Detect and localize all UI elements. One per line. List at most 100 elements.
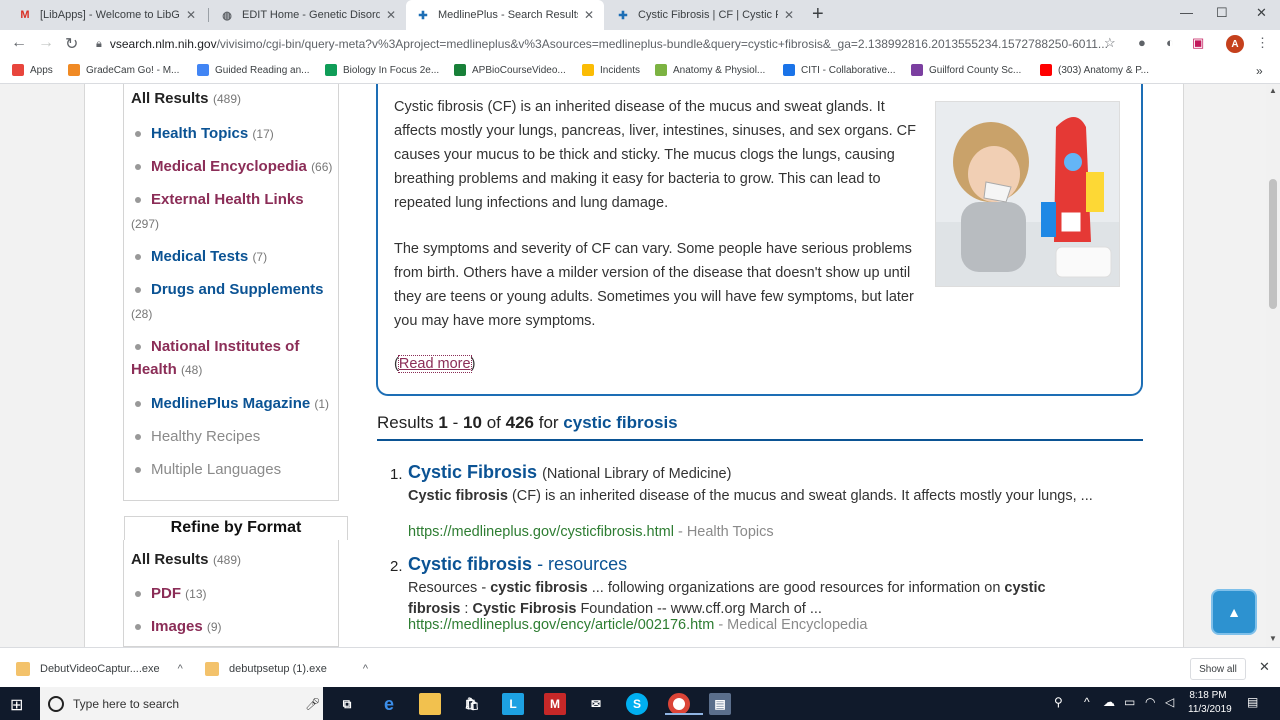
facet-label: Medical Tests	[151, 248, 249, 265]
facet-label: MedlinePlus Magazine	[151, 395, 311, 412]
facet-healthy-recipes[interactable]: Healthy Recipes	[135, 425, 260, 448]
bookmark-gradecam[interactable]: GradeCam Go! - M...	[68, 64, 179, 76]
store-icon[interactable]: 🛍︎	[461, 693, 483, 715]
bookmark-youtube[interactable]: (303) Anatomy & P...	[1040, 64, 1149, 76]
close-icon[interactable]: ✕	[386, 8, 396, 22]
windows-start-icon[interactable]: ⊞	[10, 695, 23, 715]
bookmark-guided-reading[interactable]: Guided Reading an...	[197, 64, 310, 76]
facet-medical-tests[interactable]: Medical Tests (7)	[135, 245, 267, 269]
scroll-up-icon[interactable]: ▲	[1269, 86, 1277, 95]
facet-all-results[interactable]: All Results (489)	[131, 90, 241, 108]
facet-medlineplus-magazine[interactable]: MedlinePlus Magazine (1)	[135, 392, 329, 416]
more-bookmarks-icon[interactable]: »	[1256, 64, 1263, 78]
close-icon[interactable]: ✕	[584, 8, 594, 22]
result-url[interactable]: https://medlineplus.gov/ency/article/002…	[408, 617, 714, 633]
plus-icon	[454, 64, 466, 76]
results-of: of	[486, 413, 501, 432]
wifi-icon[interactable]: ◠	[1145, 695, 1155, 709]
extension-icon[interactable]: ●	[1138, 35, 1146, 50]
format-pdf[interactable]: PDF (13)	[135, 582, 207, 606]
file-explorer-icon[interactable]	[419, 693, 441, 715]
bookmark-label: Incidents	[600, 64, 641, 76]
result-title-link[interactable]: Cystic fibrosis	[408, 554, 532, 574]
edge-icon[interactable]: e	[378, 693, 400, 715]
battery-icon[interactable]: ▭	[1124, 695, 1135, 709]
new-tab-button[interactable]: +	[812, 3, 824, 26]
bookmark-incidents[interactable]: Incidents	[582, 64, 640, 76]
search-result: 1. Cystic Fibrosis (National Library of …	[390, 462, 1110, 546]
extension-icon[interactable]: ◐	[1166, 35, 1174, 50]
cloud-icon[interactable]: ☁	[1103, 695, 1115, 709]
facet-label: Drugs and Supplements	[151, 281, 324, 298]
taskbar-search-box[interactable]: Type here to search 🎤︎	[40, 687, 323, 720]
facet-external-health-links[interactable]: External Health Links	[135, 188, 304, 211]
close-icon[interactable]: ✕	[784, 8, 794, 22]
cortana-icon	[48, 695, 64, 712]
minimize-icon[interactable]: —	[1180, 5, 1193, 20]
result-title-link[interactable]: Cystic Fibrosis	[408, 462, 537, 482]
l-app-icon[interactable]: L	[502, 693, 524, 715]
format-all-results[interactable]: All Results (489)	[131, 551, 241, 569]
tab-edit-home[interactable]: ◍ EDIT Home - Genetic Disorders ✕	[210, 0, 406, 30]
reload-icon[interactable]: ↻	[65, 34, 78, 54]
chevron-up-icon[interactable]: ^	[363, 663, 368, 675]
bookmark-citi[interactable]: CITI - Collaborative...	[783, 64, 895, 76]
task-view-icon[interactable]: ⧉	[336, 693, 358, 715]
result-url[interactable]: https://medlineplus.gov/cysticfibrosis.h…	[408, 524, 674, 540]
download-item[interactable]: DebutVideoCaptur....exe ^	[16, 662, 183, 676]
skype-icon[interactable]: S	[626, 693, 648, 715]
bookmark-anatomy-physiol[interactable]: Anatomy & Physiol...	[655, 64, 765, 76]
taskbar-clock[interactable]: 8:18 PM 11/3/2019	[1188, 689, 1232, 717]
bookmark-star-icon[interactable]: ☆	[1104, 35, 1116, 51]
download-item[interactable]: debutpsetup (1).exe ^	[205, 662, 368, 676]
chevron-up-icon[interactable]: ^	[1084, 695, 1090, 709]
result-title-suffix[interactable]: - resources	[537, 554, 627, 574]
bookmark-guilford[interactable]: Guilford County Sc...	[911, 64, 1021, 76]
bookmark-apbio[interactable]: APBioCourseVideo...	[454, 64, 566, 76]
tab-title: Cystic Fibrosis | CF | Cystic Fibrosis	[638, 9, 778, 21]
address-bar[interactable]: 🔒︎ vsearch.nlm.nih.gov/vivisimo/cgi-bin/…	[96, 32, 1126, 56]
url-host: vsearch.nlm.nih.gov	[109, 37, 217, 51]
window-close-icon[interactable]: ✕	[1256, 5, 1267, 21]
close-icon[interactable]: ✕	[1259, 659, 1270, 675]
people-icon[interactable]: ⚲	[1054, 695, 1063, 709]
facet-count: (1)	[314, 397, 330, 411]
scroll-down-icon[interactable]: ▼	[1269, 634, 1277, 643]
mcafee-icon[interactable]: M	[544, 693, 566, 715]
back-arrow-icon[interactable]: ←	[11, 34, 27, 52]
close-icon[interactable]: ✕	[186, 8, 196, 22]
facet-medical-encyclopedia[interactable]: Medical Encyclopedia (66)	[135, 155, 332, 179]
tab-medlineplus-search[interactable]: ✚ MedlinePlus - Search Results for ✕	[406, 0, 604, 30]
bookmark-biology-in-focus[interactable]: Biology In Focus 2e...	[325, 64, 439, 76]
chevron-up-icon[interactable]: ^	[178, 663, 183, 675]
page-scrollbar[interactable]: ▲ ▼	[1266, 84, 1280, 647]
profile-avatar[interactable]: A	[1226, 35, 1244, 53]
bookmark-label: Guided Reading an...	[215, 64, 310, 76]
debut-recorder-icon[interactable]: ▤	[709, 693, 731, 715]
read-more-link[interactable]: Read more	[397, 355, 472, 373]
mail-icon[interactable]: ✉	[585, 693, 607, 715]
chrome-icon[interactable]	[665, 693, 703, 715]
microphone-icon[interactable]: 🎤︎	[305, 697, 320, 711]
extension-icon[interactable]: ▣	[1192, 35, 1204, 51]
notifications-icon[interactable]: ▤	[1247, 695, 1258, 709]
maximize-icon[interactable]: ☐	[1216, 5, 1228, 21]
facet-drugs-supplements[interactable]: Drugs and Supplements	[135, 278, 324, 301]
show-all-downloads-button[interactable]: Show all	[1190, 658, 1246, 680]
results-total: 426	[505, 413, 534, 432]
facet-multiple-languages[interactable]: Multiple Languages	[135, 458, 281, 481]
result-number: 1.	[390, 466, 403, 483]
results-dash: -	[452, 413, 459, 432]
forward-arrow-icon[interactable]: →	[38, 34, 54, 52]
scrollbar-thumb[interactable]	[1269, 179, 1277, 309]
back-to-top-button[interactable]: ▲	[1211, 589, 1257, 635]
tab-cystic-fibrosis[interactable]: ✚ Cystic Fibrosis | CF | Cystic Fibrosis…	[606, 0, 804, 30]
volume-icon[interactable]: ◁	[1165, 695, 1174, 709]
facet-nih[interactable]: National Institutes of Health (48)	[131, 335, 331, 382]
facet-health-topics[interactable]: Health Topics (17)	[135, 122, 274, 146]
tab-libapps[interactable]: M [LibApps] - Welcome to LibGuides ✕	[8, 0, 206, 30]
menu-dots-icon[interactable]: ⋮	[1256, 35, 1269, 51]
format-images[interactable]: Images (9)	[135, 615, 222, 639]
bookmark-label: (303) Anatomy & P...	[1058, 64, 1149, 76]
bookmark-apps[interactable]: Apps	[12, 64, 53, 76]
